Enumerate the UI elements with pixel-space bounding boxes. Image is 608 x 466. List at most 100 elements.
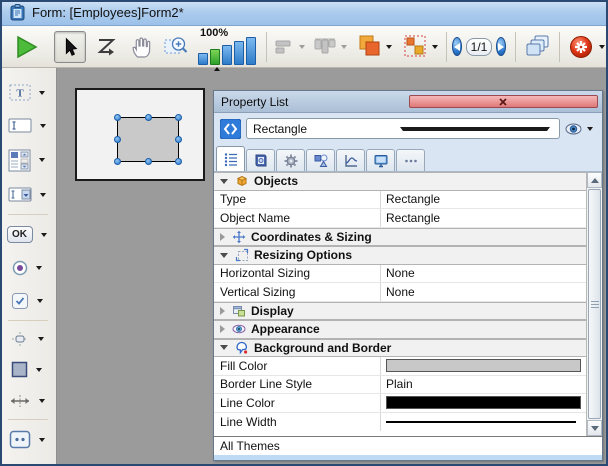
plugin-tool-chevron-icon[interactable] xyxy=(39,438,45,442)
static-text-tool[interactable]: T xyxy=(0,76,56,109)
plugin-area-tool[interactable] xyxy=(0,423,56,456)
selection-handle[interactable] xyxy=(175,114,182,121)
button-tool[interactable]: OK xyxy=(0,218,56,251)
combobox-tool[interactable] xyxy=(0,178,56,211)
section-objects[interactable]: Objects xyxy=(214,172,586,191)
entry-order-button[interactable] xyxy=(94,34,120,60)
rectangle-tool-chevron-icon[interactable] xyxy=(36,368,42,372)
execute-form-button[interactable] xyxy=(12,33,40,61)
align-menu-chevron-icon[interactable] xyxy=(299,45,305,49)
display-views-button[interactable] xyxy=(523,32,553,62)
pan-tool-button[interactable] xyxy=(128,34,154,60)
selection-handle[interactable] xyxy=(114,158,121,165)
selection-handle[interactable] xyxy=(114,114,121,121)
scroll-down-button[interactable] xyxy=(587,420,602,436)
view-options-chevron-icon[interactable] xyxy=(587,127,593,131)
section-background-border[interactable]: Background and Border xyxy=(214,339,586,358)
zoom-bar-3[interactable] xyxy=(222,45,232,65)
section-coordinates-sizing[interactable]: Coordinates & Sizing xyxy=(214,228,586,247)
zoom-bar-5[interactable] xyxy=(246,37,256,65)
group-menu-chevron-icon[interactable] xyxy=(432,45,438,49)
property-value[interactable]: Rectangle xyxy=(381,191,586,209)
property-value[interactable] xyxy=(381,413,586,432)
radio-button-tool[interactable] xyxy=(0,251,56,284)
settings-menu-button[interactable] xyxy=(569,35,593,59)
collapse-triangle-icon[interactable] xyxy=(220,325,225,333)
distribute-icon xyxy=(312,35,338,59)
checkbox-tool-chevron-icon[interactable] xyxy=(37,299,43,303)
level-menu-chevron-icon[interactable] xyxy=(386,45,392,49)
collapse-triangle-icon[interactable] xyxy=(220,307,225,315)
scrollbar-thumb[interactable] xyxy=(588,189,601,419)
zoom-bar-current[interactable] xyxy=(210,49,220,65)
zoom-bar-4[interactable] xyxy=(234,41,244,65)
distribute-menu-button[interactable] xyxy=(312,35,338,59)
checkbox-tool[interactable] xyxy=(0,284,56,317)
zoom-bar-1[interactable] xyxy=(198,53,208,65)
property-value[interactable]: Rectangle xyxy=(381,209,586,227)
section-appearance[interactable]: Appearance xyxy=(214,320,586,339)
rectangle-object[interactable] xyxy=(117,117,179,162)
text-tool-chevron-icon[interactable] xyxy=(39,91,45,95)
close-button[interactable] xyxy=(409,95,599,108)
button-tool-chevron-icon[interactable] xyxy=(41,233,47,237)
pointer-tool-button[interactable] xyxy=(54,31,86,63)
property-list-titlebar[interactable]: Property List xyxy=(214,91,602,113)
selection-handle[interactable] xyxy=(145,158,152,165)
themes-footer[interactable]: All Themes xyxy=(214,436,602,455)
tab-display[interactable] xyxy=(366,149,395,171)
input-tool-chevron-icon[interactable] xyxy=(40,124,46,128)
property-value[interactable] xyxy=(381,394,586,412)
slider-tool[interactable] xyxy=(0,324,56,354)
splitter-tool[interactable] xyxy=(0,385,56,416)
section-display[interactable]: Display xyxy=(214,302,586,321)
form-canvas-page[interactable] xyxy=(75,88,205,181)
distribute-menu-chevron-icon[interactable] xyxy=(341,45,347,49)
property-scrollbar[interactable] xyxy=(586,172,602,436)
next-page-button[interactable] xyxy=(496,37,506,56)
tab-events[interactable] xyxy=(336,149,365,171)
fill-color-swatch[interactable] xyxy=(386,359,581,372)
group-menu-button[interactable] xyxy=(402,33,429,60)
selection-handle[interactable] xyxy=(175,158,182,165)
property-value[interactable] xyxy=(381,357,586,375)
window-titlebar[interactable]: Form: [Employees]Form2* xyxy=(0,0,608,26)
tab-all-properties[interactable] xyxy=(216,146,245,171)
listbox-tool-chevron-icon[interactable] xyxy=(39,158,45,162)
scroll-up-button[interactable] xyxy=(587,172,602,188)
tab-data[interactable] xyxy=(246,149,275,171)
line-color-swatch[interactable] xyxy=(386,396,581,409)
rectangle-tool[interactable] xyxy=(0,354,56,385)
input-field-tool[interactable] xyxy=(0,109,56,142)
zoom-bars-icon[interactable] xyxy=(198,39,256,65)
page-indicator[interactable]: 1/1 xyxy=(466,38,492,56)
listbox-tool[interactable] xyxy=(0,142,56,178)
property-value[interactable]: None xyxy=(381,283,586,301)
tab-actions[interactable] xyxy=(276,149,305,171)
combobox-tool-chevron-icon[interactable] xyxy=(40,193,46,197)
splitter-tool-chevron-icon[interactable] xyxy=(39,399,45,403)
zoom-region-button[interactable] xyxy=(162,33,190,61)
selection-handle[interactable] xyxy=(145,114,152,121)
section-resizing-options[interactable]: Resizing Options xyxy=(214,246,586,265)
collapse-triangle-icon[interactable] xyxy=(220,233,225,241)
line-width-sample[interactable] xyxy=(386,421,576,423)
tab-more[interactable] xyxy=(396,149,425,171)
object-selector-dropdown[interactable]: Rectangle xyxy=(246,118,560,139)
selection-handle[interactable] xyxy=(114,136,121,143)
settings-menu-chevron-icon[interactable] xyxy=(599,45,605,49)
radio-tool-chevron-icon[interactable] xyxy=(36,266,42,270)
selection-handle[interactable] xyxy=(175,136,182,143)
previous-page-button[interactable] xyxy=(452,37,462,56)
zoom-level-widget[interactable]: 100% xyxy=(198,28,256,65)
property-value[interactable]: None xyxy=(381,265,586,283)
expand-triangle-icon[interactable] xyxy=(220,345,228,350)
align-menu-button[interactable] xyxy=(272,35,296,59)
slider-tool-chevron-icon[interactable] xyxy=(38,337,44,341)
property-value[interactable]: Plain xyxy=(381,376,586,394)
level-menu-button[interactable] xyxy=(356,33,383,60)
tab-objects[interactable] xyxy=(306,149,335,171)
expand-triangle-icon[interactable] xyxy=(220,253,228,258)
view-options-button[interactable] xyxy=(565,123,596,135)
expand-triangle-icon[interactable] xyxy=(220,179,228,184)
